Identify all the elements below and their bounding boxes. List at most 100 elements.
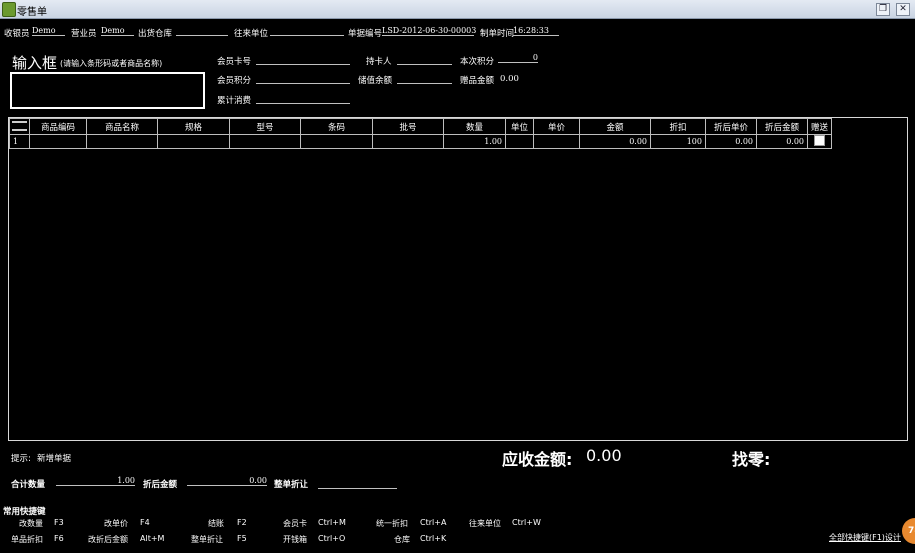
col-header-code[interactable]: 商品编码 <box>29 118 87 135</box>
shortcut-key: Ctrl+O <box>318 534 346 543</box>
col-header-price[interactable]: 单价 <box>533 118 580 135</box>
shortcut-key: F3 <box>54 518 64 527</box>
salesperson-field[interactable]: Demo <box>101 26 134 36</box>
hint-label: 提示: <box>11 454 31 464</box>
this-points-field: 0 <box>498 53 538 63</box>
partner-label: 往来单位 <box>234 29 269 39</box>
window-title: 零售单 <box>17 7 47 18</box>
cashier-field[interactable]: Demo <box>32 26 65 36</box>
member-card-label: 会员卡号 <box>217 57 252 67</box>
shortcuts-title: 常用快捷键 <box>3 507 46 517</box>
item-grid[interactable]: 商品编码 商品名称 规格 型号 条码 批号 数量 单位 单价 金额 折扣 折后单… <box>8 117 908 441</box>
whole-discount-label: 整单折让 <box>274 480 309 490</box>
receivable-label: 应收金额: <box>502 450 573 469</box>
col-header-name[interactable]: 商品名称 <box>86 118 158 135</box>
app-icon <box>2 2 16 17</box>
cell-batch[interactable] <box>372 134 444 149</box>
stored-balance-label: 储值余额 <box>358 76 393 86</box>
col-header-gift[interactable]: 赠送 <box>807 118 832 135</box>
change-label: 找零: <box>732 450 771 469</box>
time-label: 制单时间 <box>480 29 515 39</box>
shortcut-key: Ctrl+A <box>420 518 447 527</box>
cell-code[interactable] <box>29 134 87 149</box>
gift-checkbox[interactable] <box>814 135 825 146</box>
cell-disc-price[interactable]: 0.00 <box>705 134 757 149</box>
total-spent-field <box>256 94 350 104</box>
cashier-label: 收银员 <box>4 29 30 39</box>
shortcut-key: Ctrl+M <box>318 518 346 527</box>
partner-field[interactable] <box>270 26 344 36</box>
hint-value: 新增单据 <box>37 454 72 464</box>
col-header-qty[interactable]: 数量 <box>443 118 506 135</box>
restore-icon[interactable]: ❐ <box>876 3 890 16</box>
doc-no-label: 单据编号 <box>348 29 383 39</box>
col-header-disc-amount[interactable]: 折后金额 <box>756 118 808 135</box>
col-header-batch[interactable]: 批号 <box>372 118 444 135</box>
whole-discount-field[interactable] <box>318 479 397 489</box>
grid-corner[interactable] <box>9 118 30 135</box>
cell-model[interactable] <box>229 134 301 149</box>
doc-no-field: LSD-2012-06-30-00003 <box>382 26 477 36</box>
stored-balance-field <box>397 74 452 84</box>
col-header-model[interactable]: 型号 <box>229 118 301 135</box>
col-header-barcode[interactable]: 条码 <box>300 118 373 135</box>
cell-discount[interactable]: 100 <box>650 134 706 149</box>
shortcut-key: F2 <box>237 518 247 527</box>
card-holder-field <box>397 55 452 65</box>
time-field: 16:28:33 <box>513 26 559 36</box>
shortcut-label: 往来单位 <box>469 519 501 528</box>
gift-amount-label: 赠品金额 <box>460 76 495 86</box>
cell-qty[interactable]: 1.00 <box>443 134 506 149</box>
member-points-label: 会员积分 <box>217 76 252 86</box>
shortcut-key: Alt+M <box>140 534 165 543</box>
gift-amount-value: 0.00 <box>500 74 519 84</box>
total-qty-label: 合计数量 <box>11 480 46 490</box>
shortcut-label: 统一折扣 <box>376 519 408 528</box>
cell-barcode[interactable] <box>300 134 373 149</box>
col-header-disc-price[interactable]: 折后单价 <box>705 118 757 135</box>
shortcut-label: 会员卡 <box>283 519 307 528</box>
barcode-input[interactable] <box>10 72 205 109</box>
total-qty-field: 1.00 <box>56 476 135 486</box>
warehouse-field[interactable] <box>176 26 228 36</box>
this-points-label: 本次积分 <box>460 57 495 67</box>
shortcut-key: Ctrl+K <box>420 534 447 543</box>
notification-badge[interactable]: 78 <box>902 518 915 544</box>
member-points-field <box>256 74 350 84</box>
title-bar: 零售单 ❐ ✕ <box>0 0 915 19</box>
salesperson-label: 营业员 <box>71 29 97 39</box>
disc-amount-field: 0.00 <box>187 476 267 486</box>
shortcut-label: 单品折扣 <box>11 535 43 544</box>
shortcut-label: 结账 <box>208 519 224 528</box>
input-title: 输入框 <box>12 54 58 72</box>
close-icon[interactable]: ✕ <box>896 3 910 16</box>
shortcut-key: Ctrl+W <box>512 518 541 527</box>
shortcut-label: 整单折让 <box>191 535 223 544</box>
warehouse-label: 出货仓库 <box>138 29 173 39</box>
cell-disc-amount[interactable]: 0.00 <box>756 134 808 149</box>
shortcut-label: 仓库 <box>394 535 410 544</box>
shortcut-label: 开钱箱 <box>283 535 307 544</box>
grid-header-row: 商品编码 商品名称 规格 型号 条码 批号 数量 单位 单价 金额 折扣 折后单… <box>9 118 832 135</box>
cell-price[interactable] <box>533 134 580 149</box>
shortcut-label: 改数量 <box>19 519 43 528</box>
cell-unit[interactable] <box>505 134 534 149</box>
total-spent-label: 累计消费 <box>217 96 252 106</box>
item-table: 商品编码 商品名称 规格 型号 条码 批号 数量 单位 单价 金额 折扣 折后单… <box>9 118 832 149</box>
shortcut-key: F6 <box>54 534 64 543</box>
col-header-discount[interactable]: 折扣 <box>650 118 706 135</box>
all-shortcuts-link[interactable]: 全部快捷键(F1)设计 <box>829 532 901 543</box>
disc-amount-label: 折后金额 <box>143 480 178 490</box>
col-header-amount[interactable]: 金额 <box>579 118 651 135</box>
table-row[interactable]: 1 1.00 0.00 100 0.00 0.00 <box>9 134 832 149</box>
col-header-unit[interactable]: 单位 <box>505 118 534 135</box>
input-hint: (请输入条形码或者商品名称) <box>60 59 163 68</box>
cell-name[interactable] <box>86 134 158 149</box>
shortcut-key: F5 <box>237 534 247 543</box>
member-card-field[interactable] <box>256 55 350 65</box>
shortcut-label: 改折后金额 <box>88 535 128 544</box>
col-header-spec[interactable]: 规格 <box>157 118 230 135</box>
cell-amount[interactable]: 0.00 <box>579 134 651 149</box>
cell-spec[interactable] <box>157 134 230 149</box>
cell-gift[interactable] <box>807 134 832 149</box>
